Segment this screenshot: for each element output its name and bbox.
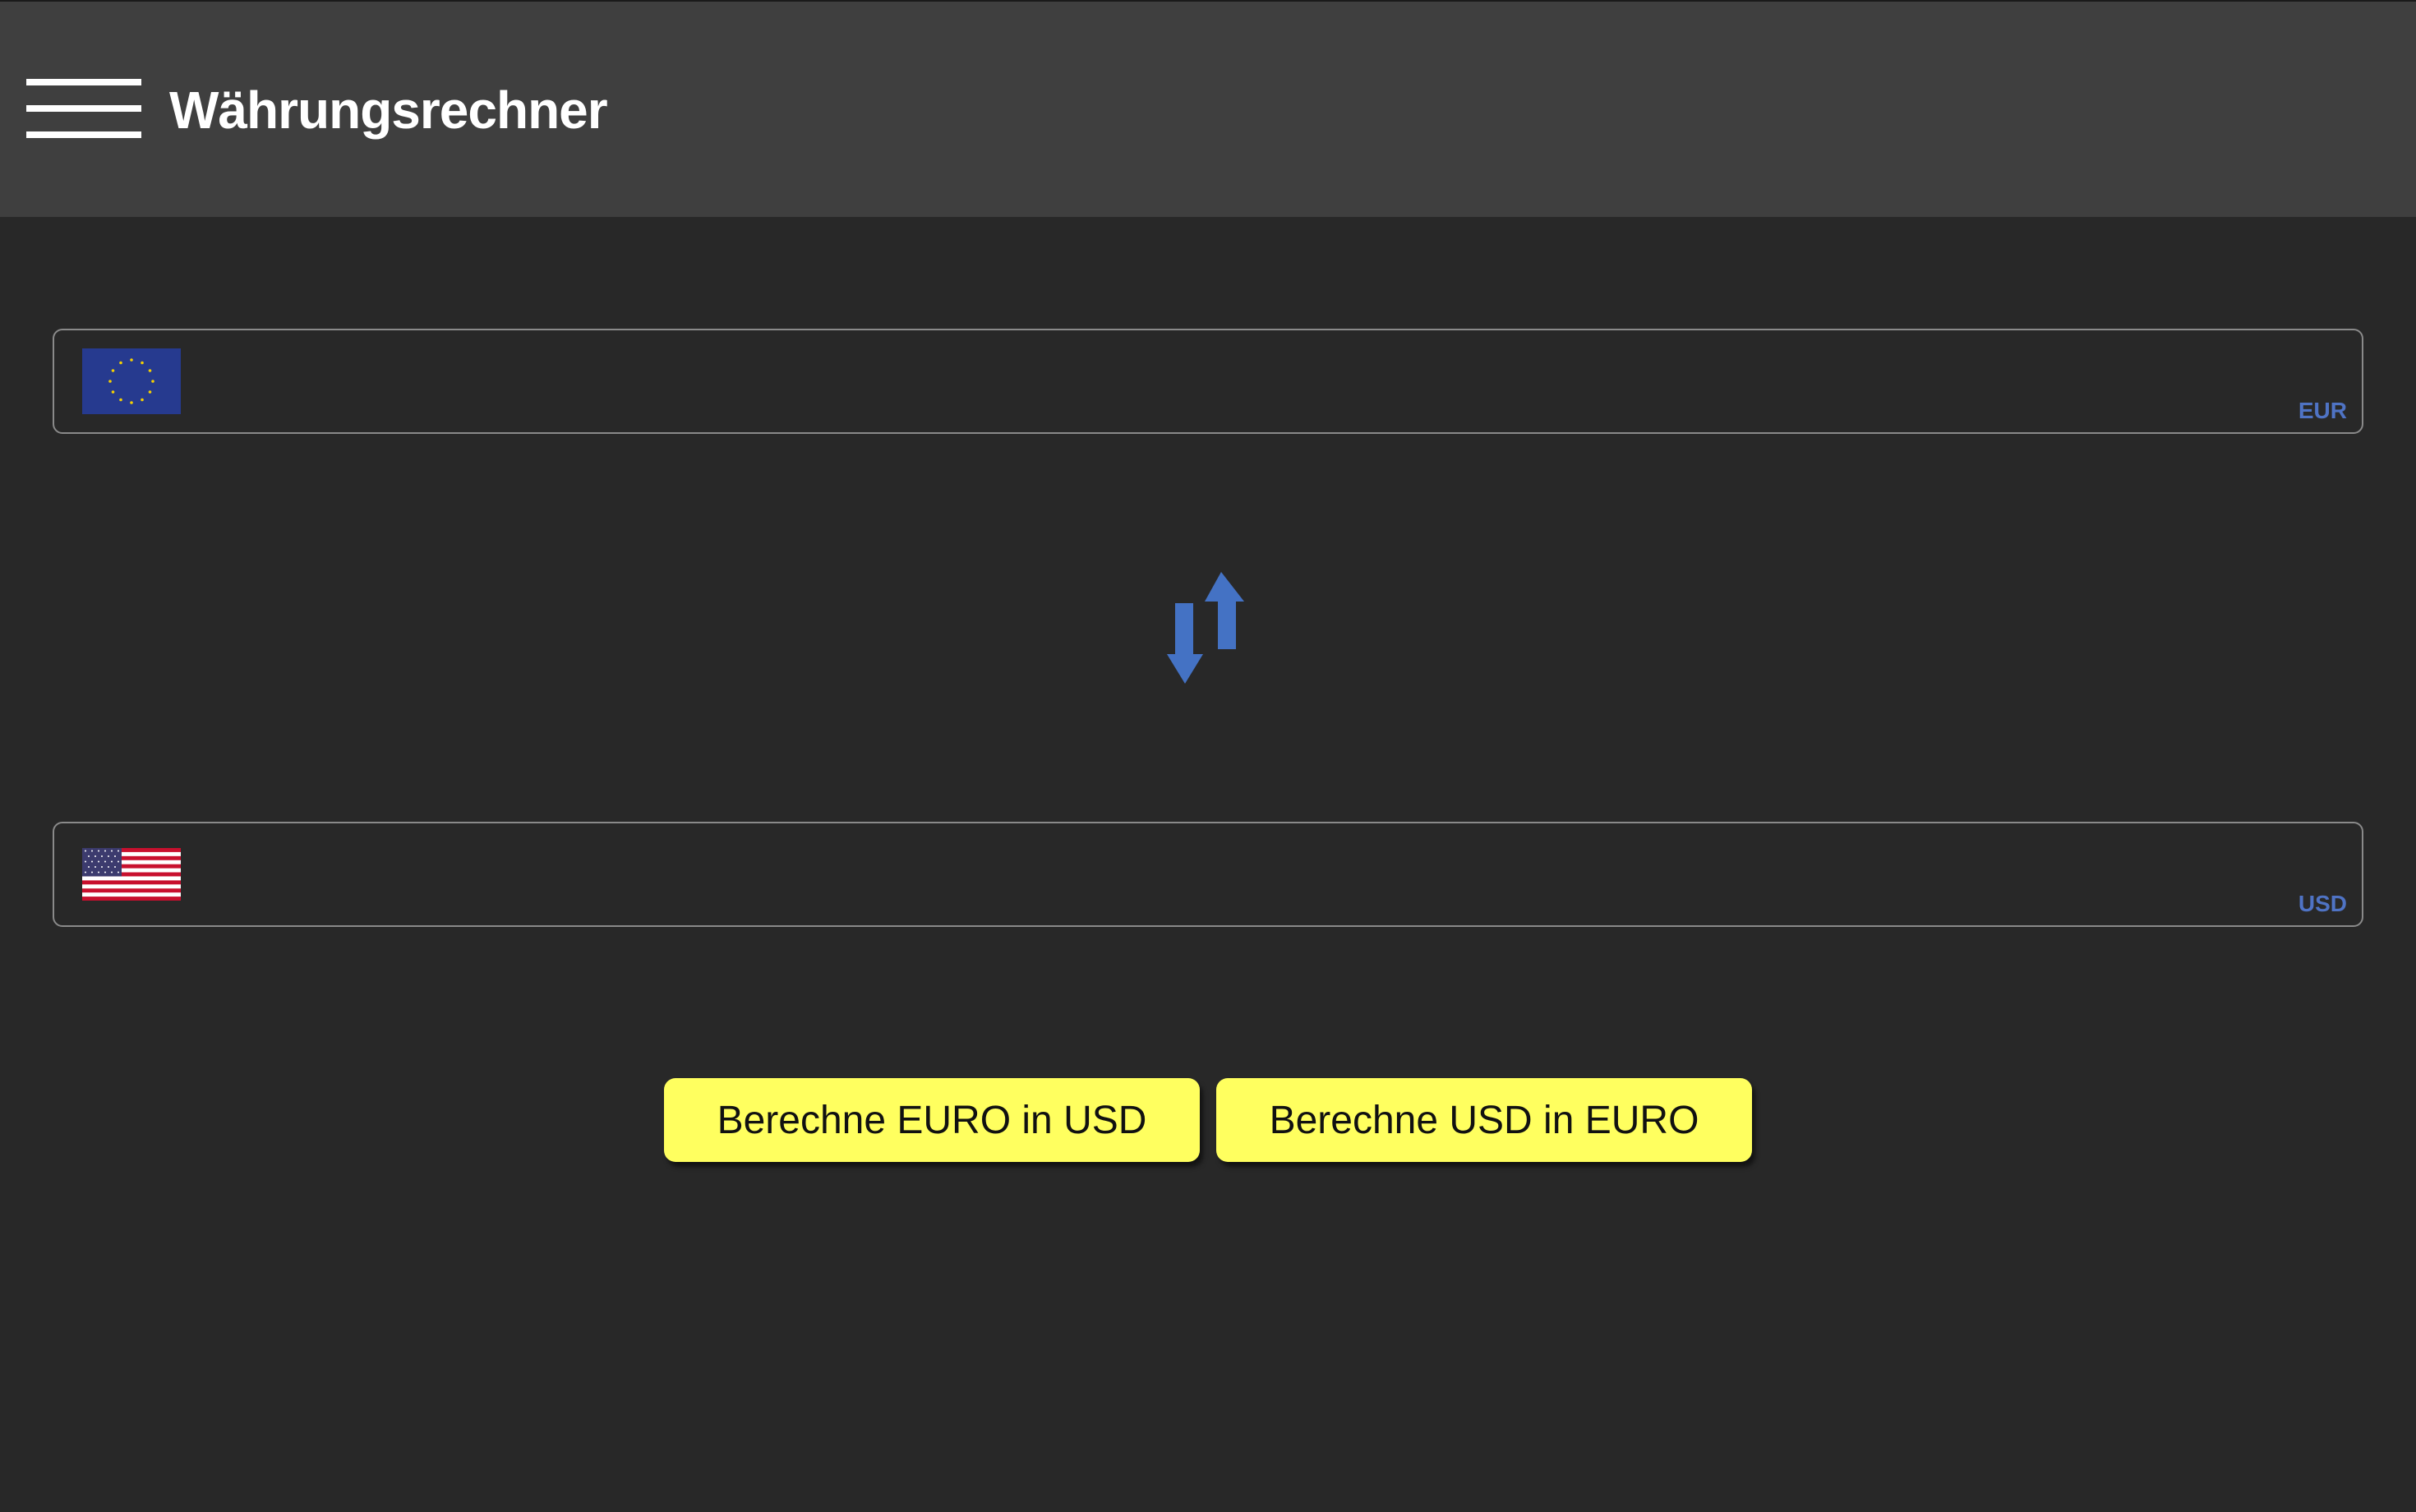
usd-amount-input[interactable] (210, 835, 2227, 915)
eu-flag-icon (82, 348, 181, 414)
usd-currency-label: USD (2298, 891, 2347, 916)
swap-vertical-arrows-icon[interactable] (1164, 572, 1252, 684)
convert-usd-to-eur-button[interactable]: Berechne USD in EURO (1216, 1078, 1752, 1162)
us-flag-icon (82, 848, 181, 901)
usd-amount-field[interactable]: USD (53, 822, 2363, 927)
convert-eur-to-usd-button[interactable]: Berechne EURO in USD (664, 1078, 1200, 1162)
eur-currency-label: EUR (2298, 398, 2347, 423)
hamburger-menu-icon[interactable] (26, 77, 141, 140)
page-title: Währungsrechner (169, 81, 608, 140)
app-header: Währungsrechner (0, 0, 2416, 217)
eur-amount-field[interactable]: EUR (53, 329, 2363, 434)
eur-amount-input[interactable] (210, 342, 2227, 422)
